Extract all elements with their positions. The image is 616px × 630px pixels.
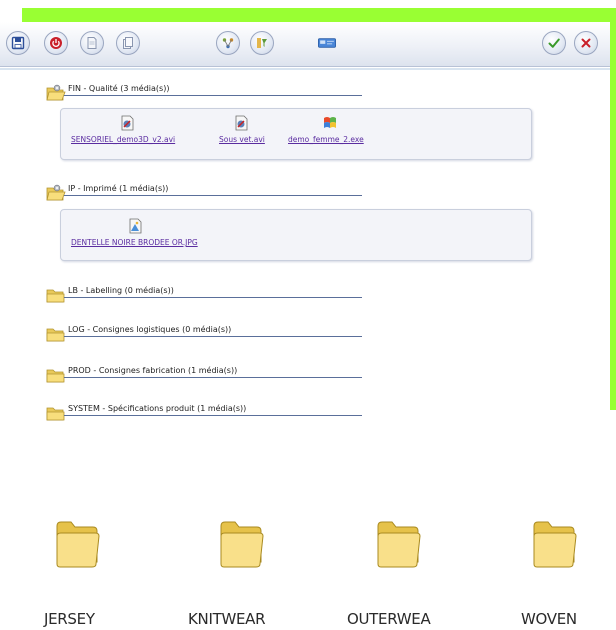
folder-icon	[533, 521, 577, 568]
accent-bar-right	[610, 8, 616, 410]
category-label[interactable]: LOG - Consignes logistiques (0 média(s))	[68, 325, 231, 334]
folder-icon	[46, 369, 65, 383]
media-link[interactable]: SENSORIEL_demo3D_v2.avi	[71, 135, 175, 144]
image-icon	[129, 218, 142, 234]
video-icon	[121, 115, 134, 131]
folder-icon	[377, 521, 421, 568]
folder-label: KNITWEAR	[188, 610, 266, 628]
folder-icon	[46, 328, 65, 342]
power-icon	[50, 37, 62, 49]
open-folder-icon	[46, 84, 66, 101]
save-button[interactable]	[6, 31, 30, 55]
accent-bar-top	[22, 8, 616, 22]
folder-label: OUTERWEA	[347, 610, 431, 628]
structure-icon	[222, 38, 234, 49]
copy-icon	[123, 37, 133, 49]
category-label[interactable]: FIN - Qualité (3 média(s))	[68, 84, 169, 93]
card-icon	[318, 38, 336, 48]
category-label[interactable]: PROD - Consignes fabrication (1 média(s)…	[68, 366, 237, 375]
cancel-button[interactable]	[574, 31, 598, 55]
folder-icon	[46, 407, 65, 421]
media-link[interactable]: demo_femme_2.exe	[288, 135, 364, 144]
category-label[interactable]: IP - Imprimé (1 média(s))	[68, 184, 168, 193]
category-underline	[64, 415, 362, 416]
media-link[interactable]: DENTELLE NOIRE BRODEE OR.JPG	[71, 238, 198, 247]
media-link[interactable]: Sous vet.avi	[219, 135, 265, 144]
filter-icon	[257, 38, 267, 48]
tag-button[interactable]	[316, 33, 338, 53]
category-underline	[64, 336, 362, 337]
category-underline	[64, 95, 362, 96]
folder-icon	[220, 521, 264, 568]
category-underline	[64, 377, 362, 378]
document-button[interactable]	[80, 31, 104, 55]
power-button[interactable]	[44, 31, 68, 55]
category-underline	[64, 195, 362, 196]
media-panel-fin: SENSORIEL_demo3D_v2.avi Sous vet.avi dem…	[60, 108, 532, 160]
media-panel-ip: DENTELLE NOIRE BRODEE OR.JPG	[60, 209, 532, 261]
category-label[interactable]: SYSTEM - Spécifications produit (1 média…	[68, 404, 246, 413]
folder-icon	[46, 289, 65, 303]
folder-icon	[56, 521, 100, 568]
filter-button[interactable]	[250, 31, 274, 55]
toolbar	[0, 22, 610, 70]
category-underline	[64, 297, 362, 298]
structure-button[interactable]	[216, 31, 240, 55]
folder-label: JERSEY	[44, 610, 95, 628]
executable-icon	[324, 117, 336, 128]
open-folder-icon	[46, 184, 66, 201]
validate-icon	[548, 38, 560, 48]
folder-label: WOVEN	[521, 610, 577, 628]
validate-button[interactable]	[542, 31, 566, 55]
toolbar-divider	[0, 68, 610, 70]
save-icon	[11, 36, 25, 50]
copy-button[interactable]	[116, 31, 140, 55]
video-icon	[235, 115, 248, 131]
category-label[interactable]: LB - Labelling (0 média(s))	[68, 286, 174, 295]
document-icon	[87, 37, 97, 49]
cancel-icon	[581, 38, 591, 48]
